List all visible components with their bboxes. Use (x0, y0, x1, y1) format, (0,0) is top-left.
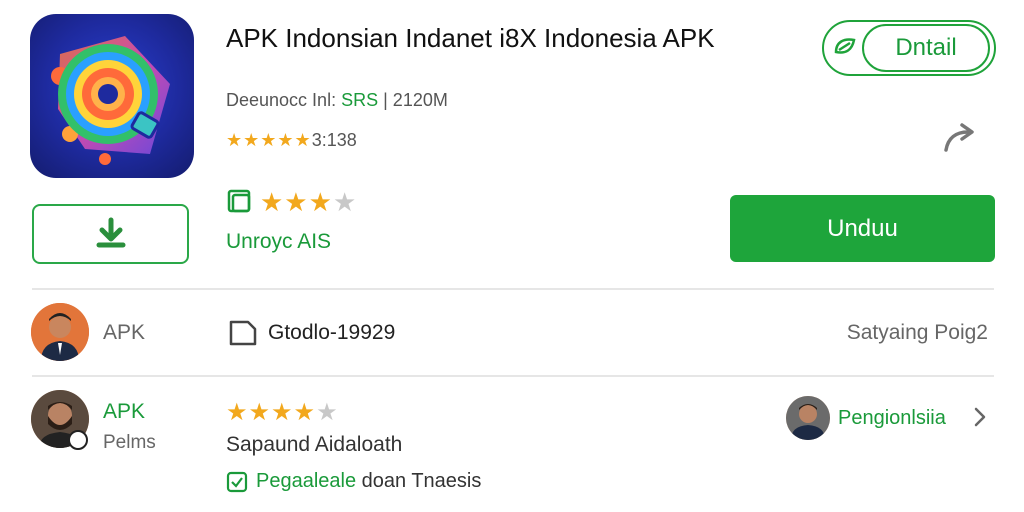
chevron-right-icon[interactable] (972, 406, 988, 428)
download-button[interactable] (32, 204, 189, 264)
check-icon (226, 471, 248, 492)
app-icon (30, 14, 194, 178)
app-title: APK Indonsian Indanet i8X Indonesia APK (226, 23, 715, 53)
row1-file[interactable]: Gtodlo-19929 (228, 318, 395, 348)
row1-right-label[interactable]: Satyaing Poig2 (847, 321, 988, 345)
download-icon (96, 217, 125, 248)
developer-highlight[interactable]: SRS (341, 90, 378, 110)
secondary-stars-off: ★ (332, 186, 358, 217)
detail-label: Dntail (862, 24, 990, 72)
app-size: | 2120M (383, 90, 448, 110)
file-icon (229, 320, 257, 346)
row2-stars-off: ★ (316, 399, 339, 426)
divider (32, 375, 994, 377)
row2-name: APK (103, 400, 146, 423)
detail-button[interactable]: Dntail (822, 20, 996, 76)
avatar[interactable] (31, 303, 89, 361)
rating-summary: ★★★★★3:138 (226, 130, 357, 151)
row2-sub: Pelms (103, 432, 156, 453)
row2-desc: Sapaund Aidaloath (226, 433, 403, 456)
row1-name: APK (103, 321, 146, 344)
user-avatar-icon (31, 303, 89, 361)
avatar-status-icon (68, 430, 88, 450)
avatar[interactable] (786, 396, 830, 440)
row2-check: Pegaaleale doan Tnaesis (226, 470, 481, 493)
badge-icon (227, 189, 251, 213)
row2-rating: ★★★★★ (226, 398, 339, 427)
row2-check-green: Pegaaleale (256, 470, 357, 492)
rating-count: 3:138 (311, 130, 357, 150)
developer-label: Deeunocc Inl: (226, 90, 337, 110)
row1-file-label: Gtodlo-19929 (268, 321, 396, 344)
row2-check-rest: doan Tnaesis (356, 470, 482, 492)
user-avatar-icon (786, 396, 830, 440)
secondary-stars-on: ★★★ (260, 186, 333, 217)
secondary-rating: ★★★ ★ (226, 186, 357, 218)
unduh-button[interactable]: Unduu (730, 195, 995, 262)
share-icon[interactable] (940, 120, 980, 156)
secondary-label: Unroyc AIS (226, 230, 332, 253)
row2-right-label[interactable]: Pengionlsiia (838, 407, 946, 430)
rating-stars: ★★★★★ (226, 130, 312, 150)
app-logo-icon (51, 36, 170, 165)
leaf-icon (834, 38, 856, 54)
row2-stars-on: ★★★★ (226, 399, 317, 426)
divider (32, 288, 994, 290)
app-meta: Deeunocc Inl: SRS | 2120M (226, 90, 448, 111)
